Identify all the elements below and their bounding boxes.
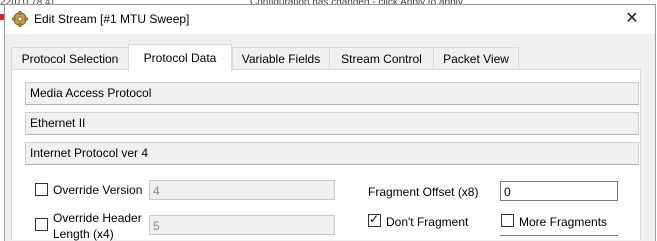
header-length-field[interactable]: 5 <box>149 215 335 235</box>
close-icon: ✕ <box>625 10 639 27</box>
dont-fragment-checkbox[interactable] <box>368 212 381 227</box>
override-version-label: Override Version <box>53 183 143 197</box>
window-title: Edit Stream [#1 MTU Sweep] <box>34 12 190 26</box>
section-internet-protocol-v4[interactable]: Internet Protocol ver 4 <box>25 142 639 165</box>
override-version-checkbox[interactable] <box>35 183 48 196</box>
tab-strip: Protocol Selection Protocol Data Variabl… <box>11 44 638 71</box>
fragment-offset-label: Fragment Offset (x8) <box>368 185 479 199</box>
tab-packet-view[interactable]: Packet View <box>433 47 519 70</box>
gear-icon <box>11 10 29 28</box>
override-header-length-label-line2: Length (x4) <box>53 227 114 241</box>
override-header-length-checkbox[interactable] <box>35 218 48 231</box>
override-header-length-label-line1: Override Header <box>53 211 142 225</box>
title-bar: Edit Stream [#1 MTU Sweep] ✕ <box>5 5 655 34</box>
next-field-edge <box>500 235 618 236</box>
dont-fragment-label: Don't Fragment <box>386 215 469 229</box>
more-fragments-checkbox[interactable] <box>501 214 514 227</box>
more-fragments-label: More Fragments <box>519 215 608 229</box>
tab-variable-fields[interactable]: Variable Fields <box>232 47 330 70</box>
section-ethernet-ii[interactable]: Ethernet II <box>25 112 639 135</box>
version-field[interactable]: 4 <box>149 180 335 200</box>
section-media-access-protocol[interactable]: Media Access Protocol <box>25 82 639 105</box>
tab-protocol-data[interactable]: Protocol Data <box>128 44 232 71</box>
tab-protocol-selection[interactable]: Protocol Selection <box>11 47 129 70</box>
tab-stream-control[interactable]: Stream Control <box>329 47 434 70</box>
close-button[interactable]: ✕ <box>609 5 655 34</box>
fragment-offset-input[interactable]: 0 <box>500 181 618 201</box>
